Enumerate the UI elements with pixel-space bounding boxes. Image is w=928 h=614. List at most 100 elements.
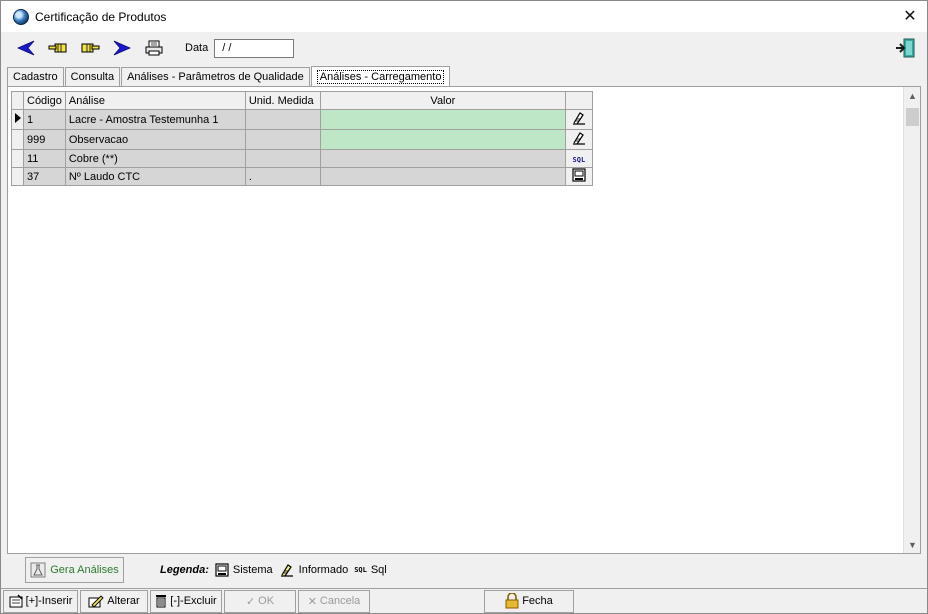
insert-record-icon: [9, 594, 23, 608]
row-indicator: [11, 167, 24, 186]
main-window: Certificação de Produtos ✕ Data / / Cada…: [0, 0, 928, 614]
legend-bar: Gera Análises Legenda: Sistema Informado…: [11, 554, 921, 586]
cell-unidade[interactable]: [244, 129, 321, 150]
excluir-label: [-]-Excluir: [170, 595, 217, 607]
fecha-label: Fecha: [522, 595, 553, 607]
tab-strip: Cadastro Consulta Análises - Parâmetros …: [7, 65, 451, 87]
ok-label: OK: [258, 595, 275, 607]
close-button[interactable]: ✕: [899, 5, 921, 27]
check-icon: ✓: [245, 595, 256, 608]
cell-codigo[interactable]: 1: [23, 109, 66, 130]
column-header-analise[interactable]: Análise: [64, 91, 246, 110]
analises-grid: Código Análise Unid. Medida Valor 1 Lacr…: [11, 91, 593, 186]
alterar-button[interactable]: Alterar: [80, 589, 148, 613]
grid-header-row: Código Análise Unid. Medida Valor: [11, 91, 593, 110]
tab-carregamento[interactable]: Análises - Carregamento: [310, 66, 451, 87]
next-record-button[interactable]: [77, 36, 103, 60]
scroll-down-icon[interactable]: ▼: [904, 536, 921, 553]
date-label: Data: [185, 42, 209, 54]
arrow-left-icon: [17, 40, 35, 56]
cell-analise[interactable]: Observacao: [64, 129, 246, 150]
padlock-icon: [505, 593, 519, 609]
tab-label: Análises - Parâmetros de Qualidade: [127, 71, 304, 83]
cell-valor[interactable]: [319, 129, 566, 150]
legend-label: Informado: [298, 564, 349, 576]
scroll-up-icon[interactable]: ▲: [904, 87, 921, 104]
tab-label: Consulta: [70, 71, 115, 83]
tab-parametros-qualidade[interactable]: Análises - Parâmetros de Qualidade: [121, 67, 310, 86]
tab-consulta[interactable]: Consulta: [64, 67, 121, 86]
printer-icon: [145, 40, 163, 56]
cell-unidade[interactable]: .: [244, 167, 321, 186]
inserir-label: [+]-Inserir: [25, 595, 73, 607]
cell-unidade[interactable]: [244, 149, 321, 168]
cell-valor[interactable]: [319, 109, 566, 130]
legend-label: Sql: [370, 564, 387, 576]
informado-icon: [572, 132, 585, 145]
cancel-x-icon: ✕: [307, 595, 317, 608]
legend-item-informado: Informado: [279, 562, 349, 578]
first-record-button[interactable]: [13, 36, 39, 60]
edit-record-icon: [88, 595, 104, 608]
tab-label: Análises - Carregamento: [316, 70, 445, 84]
print-button[interactable]: [141, 36, 167, 60]
cell-unidade[interactable]: [244, 109, 321, 130]
sql-icon: SQL: [354, 566, 367, 574]
row-indicator: [11, 129, 24, 150]
cell-analise[interactable]: Lacre - Amostra Testemunha 1: [64, 109, 246, 130]
excluir-button[interactable]: [-]-Excluir: [150, 589, 222, 613]
row-indicator: [11, 109, 24, 130]
column-header-valor[interactable]: Valor: [319, 91, 566, 110]
vertical-scrollbar[interactable]: ▲ ▼: [903, 87, 920, 553]
informado-icon: [280, 564, 293, 577]
flask-icon: [30, 562, 46, 578]
current-row-icon: [14, 113, 21, 123]
analises-panel: Código Análise Unid. Medida Valor 1 Lacr…: [7, 86, 921, 554]
tab-cadastro[interactable]: Cadastro: [7, 67, 64, 86]
cell-codigo[interactable]: 37: [23, 167, 66, 186]
fecha-button[interactable]: Fecha: [484, 589, 574, 613]
toolbar: Data: [1, 32, 927, 64]
hand-left-icon: [48, 43, 67, 53]
cell-valor[interactable]: [319, 149, 566, 168]
trash-icon: [156, 595, 167, 608]
window-title: Certificação de Produtos: [35, 9, 167, 24]
sistema-icon: [215, 563, 229, 577]
column-header-unidade[interactable]: Unid. Medida: [244, 91, 321, 110]
previous-record-button[interactable]: [45, 36, 71, 60]
table-row[interactable]: 11 Cobre (**) SQL: [11, 149, 593, 168]
legend-label: Sistema: [232, 564, 273, 576]
cell-analise[interactable]: Cobre (**): [64, 149, 246, 168]
last-record-button[interactable]: [109, 36, 135, 60]
bottom-button-bar: [+]-Inserir Alterar [-]-Excluir ✓ OK ✕ C…: [1, 588, 927, 613]
cell-codigo[interactable]: 999: [23, 129, 66, 150]
inserir-button[interactable]: [+]-Inserir: [3, 589, 78, 613]
cell-codigo[interactable]: 11: [23, 149, 66, 168]
cell-valor[interactable]: [319, 167, 566, 186]
cell-analise[interactable]: Nº Laudo CTC: [64, 167, 246, 186]
arrow-right-icon: [113, 40, 131, 56]
cell-tipo: SQL: [564, 149, 593, 168]
gera-analises-button[interactable]: Gera Análises: [25, 557, 124, 583]
exit-button[interactable]: [893, 36, 917, 60]
scroll-thumb[interactable]: [906, 108, 919, 126]
cancela-button[interactable]: ✕ Cancela: [298, 589, 370, 613]
date-input[interactable]: [214, 38, 295, 58]
legend-item-sistema: Sistema: [215, 563, 273, 577]
sistema-icon: [572, 168, 586, 182]
exit-door-icon: [896, 38, 915, 58]
table-row[interactable]: 999 Observacao: [11, 129, 593, 150]
table-row[interactable]: 37 Nº Laudo CTC .: [11, 167, 593, 186]
cancela-label: Cancela: [319, 595, 361, 607]
legend-title: Legenda:: [160, 564, 209, 576]
column-header-codigo[interactable]: Código: [23, 91, 66, 110]
cell-tipo: [564, 109, 593, 130]
ok-button[interactable]: ✓ OK: [224, 589, 296, 613]
app-icon: [13, 8, 29, 25]
cell-tipo: [564, 167, 593, 186]
hand-right-icon: [81, 43, 100, 53]
table-row[interactable]: 1 Lacre - Amostra Testemunha 1: [11, 109, 593, 130]
row-indicator: [11, 149, 24, 168]
informado-icon: [572, 112, 585, 125]
legend-item-sql: SQL Sql: [354, 564, 387, 576]
